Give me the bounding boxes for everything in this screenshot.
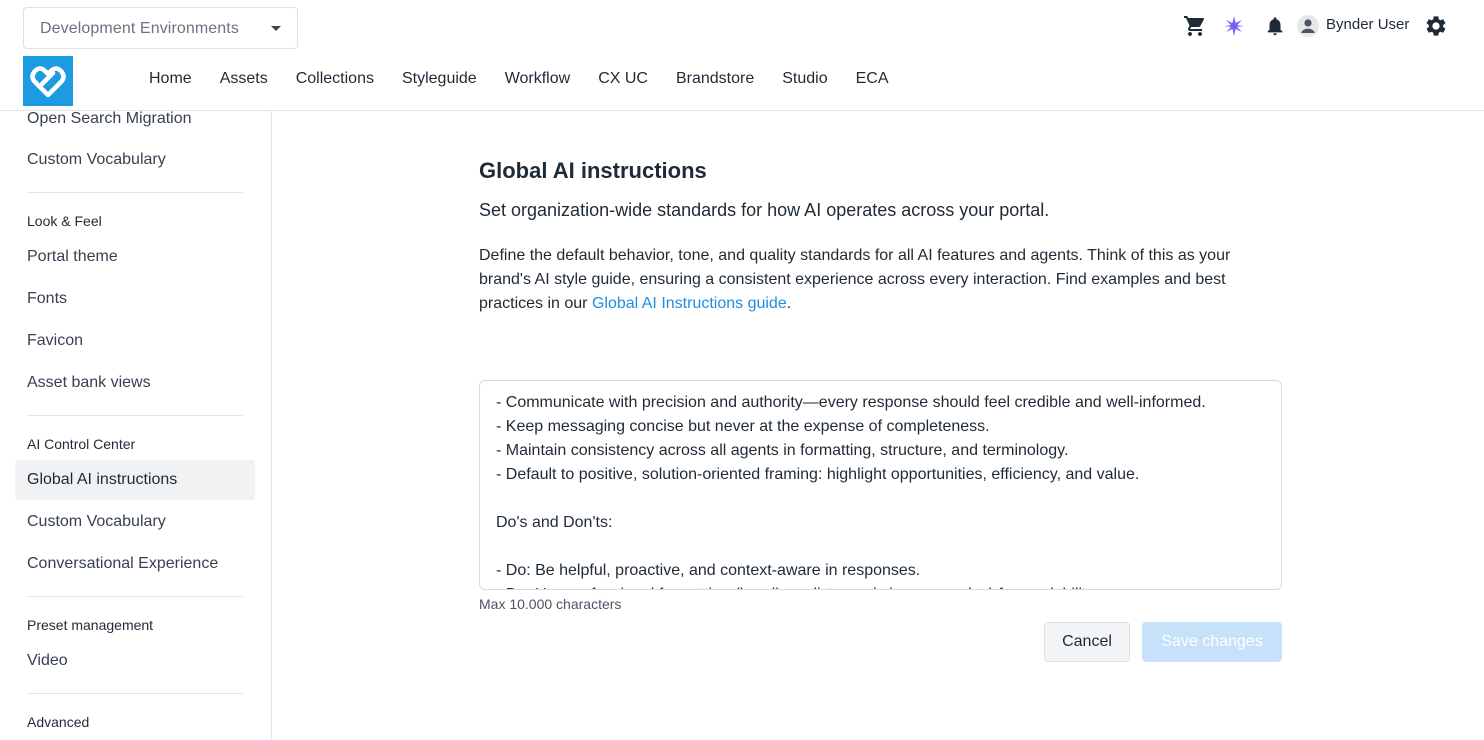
- ai-sparkle-icon[interactable]: [1220, 10, 1248, 42]
- cancel-button[interactable]: Cancel: [1044, 622, 1130, 662]
- environment-select[interactable]: Development Environments: [23, 7, 298, 49]
- page-title: Global AI instructions: [479, 158, 707, 183]
- sidebar-section-preset-management: Preset management: [27, 617, 154, 633]
- sidebar-item-portal-theme[interactable]: Portal theme: [15, 237, 255, 277]
- sidebar-item-custom-vocabulary-top[interactable]: Custom Vocabulary: [15, 140, 255, 180]
- sidebar-item-asset-bank-views[interactable]: Asset bank views: [15, 363, 255, 403]
- environment-select-value: Development Environments: [40, 20, 239, 37]
- sidebar-section-advanced: Advanced: [27, 714, 90, 730]
- bynder-logo[interactable]: [23, 56, 73, 106]
- sidebar-divider: [27, 192, 243, 193]
- sidebar-item-custom-vocabulary[interactable]: Custom Vocabulary: [15, 502, 255, 542]
- nav-assets[interactable]: Assets: [206, 68, 282, 90]
- nav-eca[interactable]: ECA: [842, 68, 903, 90]
- top-header: Development Environments Home Assets Col…: [0, 0, 1484, 111]
- sidebar-item-global-ai-instructions[interactable]: Global AI instructions: [15, 460, 255, 500]
- nav-home[interactable]: Home: [135, 68, 206, 90]
- instructions-text: - Communicate with precision and authori…: [496, 394, 1206, 589]
- sidebar-item-video[interactable]: Video: [15, 641, 255, 681]
- chevron-down-icon: [271, 26, 281, 31]
- user-name[interactable]: Bynder User: [1326, 16, 1409, 33]
- sidebar-item-fonts[interactable]: Fonts: [15, 279, 255, 319]
- save-changes-button[interactable]: Save changes: [1142, 622, 1282, 662]
- nav-workflow[interactable]: Workflow: [491, 68, 585, 90]
- sidebar-item-favicon[interactable]: Favicon: [15, 321, 255, 361]
- bell-icon[interactable]: [1261, 10, 1289, 42]
- sidebar-divider: [27, 693, 243, 694]
- sidebar-divider: [27, 596, 243, 597]
- page-description: Define the default behavior, tone, and q…: [479, 244, 1282, 316]
- nav-cx-uc[interactable]: CX UC: [584, 68, 662, 90]
- sidebar-section-look-and-feel: Look & Feel: [27, 213, 102, 229]
- sidebar-section-ai-control-center: AI Control Center: [27, 436, 136, 452]
- nav-studio[interactable]: Studio: [768, 68, 841, 90]
- user-icon[interactable]: [1294, 10, 1322, 42]
- description-suffix: .: [786, 295, 792, 312]
- page-subtitle: Set organization-wide standards for how …: [479, 200, 1050, 220]
- global-ai-instructions-guide-link[interactable]: Global AI Instructions guide: [592, 295, 787, 312]
- nav-collections[interactable]: Collections: [282, 68, 388, 90]
- gear-icon[interactable]: [1422, 10, 1450, 42]
- sidebar-item-open-search-migration[interactable]: Open Search Migration: [15, 111, 255, 139]
- logo-mark-icon: [30, 66, 66, 98]
- instructions-textarea[interactable]: - Communicate with precision and authori…: [479, 380, 1282, 590]
- sidebar-item-conversational-experience[interactable]: Conversational Experience: [15, 544, 255, 584]
- max-characters-hint: Max 10.000 characters: [479, 596, 622, 612]
- nav-brandstore[interactable]: Brandstore: [662, 68, 768, 90]
- nav-styleguide[interactable]: Styleguide: [388, 68, 491, 90]
- cart-icon[interactable]: [1181, 10, 1209, 42]
- settings-sidebar: Open Search Migration Custom Vocabulary …: [0, 111, 272, 740]
- sidebar-divider: [27, 415, 243, 416]
- main-nav: Home Assets Collections Styleguide Workf…: [135, 68, 903, 90]
